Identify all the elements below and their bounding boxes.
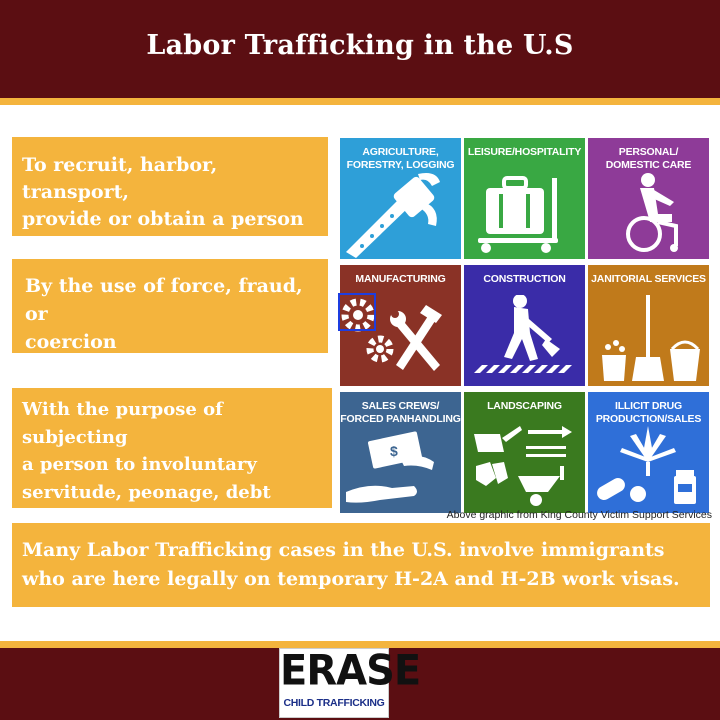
garden-tools-icon [474,426,572,506]
box-line: provide or obtain a person [22,208,304,230]
box-line: By the use of force, fraud, or [25,275,303,325]
box-line: To recruit, harbor, transport, [22,154,218,203]
tile-leisure-hospitality: LEISURE/HOSPITALITY [464,138,585,259]
tile-agriculture: AGRICULTURE, FORESTRY, LOGGING [340,138,461,259]
luggage-cart-icon [478,176,558,253]
box-line: Many Labor Trafficking cases in the U.S.… [22,539,665,561]
tile-label: LANDSCAPING [487,400,562,412]
tile-label: CONSTRUCTION [483,273,566,285]
worker-shovel-icon [474,295,572,373]
box-line: coercion [25,331,117,353]
box-line: servitude, peonage, debt [22,481,271,503]
header-banner: Labor Trafficking in the U.S [0,0,720,98]
definition-box-force: By the use of force, fraud, or coercion [12,259,328,353]
tile-janitorial-services: JANITORIAL SERVICES [588,265,709,386]
box-line: a person to involuntary [22,454,257,475]
selection-highlight [338,293,376,331]
tile-landscaping: LANDSCAPING [464,392,585,513]
box-line: who are here legally on temporary H-2A a… [22,568,680,590]
image-credit: Above graphic from King County Victim Su… [446,509,712,521]
erase-logo: ERASE CHILD TRAFFICKING [279,646,421,718]
definition-box-recruit: To recruit, harbor, transport, provide o… [12,137,328,236]
tile-personal-domestic-care: PERSONAL/DOMESTIC CARE [588,138,709,259]
svg-text:$: $ [390,443,398,459]
logo-tagline: CHILD TRAFFICKING [283,697,385,709]
tile-construction: CONSTRUCTION [464,265,585,386]
box-line: With the purpose of subjecting [22,399,223,448]
tile-sales-crews: SALES CREWS/FORCED PANHANDLING $ [340,392,461,513]
tile-label: LEISURE/HOSPITALITY [467,146,582,158]
visa-info-box: Many Labor Trafficking cases in the U.S.… [12,523,710,607]
money-hand-icon: $ [346,431,434,503]
tile-label: MANUFACTURING [355,273,446,285]
mop-bucket-icon [602,295,700,381]
tile-illicit-drug-production: ILLICIT DRUG PRODUCTION/SALES [588,392,709,513]
logo-wordmark: ERASE [280,646,421,696]
page-title: Labor Trafficking in the U.S [146,30,574,61]
chainsaw-icon [346,173,440,258]
tile-label: JANITORIAL SERVICES [591,273,706,285]
top-divider [0,98,720,105]
drugs-icon [597,426,696,504]
wheelchair-icon [626,173,678,252]
definition-box-purpose: With the purpose of subjecting a person … [12,388,332,530]
industry-grid: AGRICULTURE, FORESTRY, LOGGING LEISURE/HO… [340,138,710,513]
